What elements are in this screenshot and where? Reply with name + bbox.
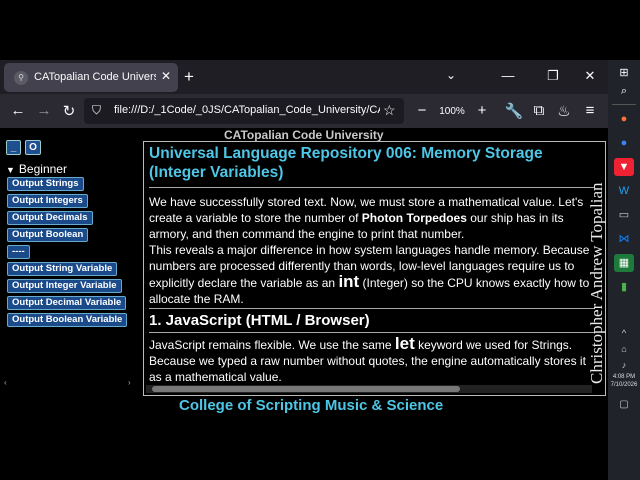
windows-start-icon[interactable]: ⊞ <box>614 64 634 82</box>
list-tabs-chevron-icon[interactable]: ⌄ <box>446 68 456 82</box>
tab-title: CATopalian Code University <box>34 71 156 83</box>
close-tab-icon[interactable]: ✕ <box>161 69 171 83</box>
firefox-dev-icon[interactable]: ● <box>614 134 634 152</box>
wrench-icon[interactable]: 🔧 <box>504 102 524 120</box>
author-name-vertical: Christopher Andrew Topalian <box>587 182 606 384</box>
back-arrow-icon[interactable]: ← <box>8 102 28 119</box>
clock-time[interactable]: 4:08 PM <box>608 374 640 380</box>
scroll-right-icon[interactable]: › <box>128 378 131 387</box>
sidebar-separator-button[interactable]: ---- <box>7 245 30 259</box>
zoom-in-icon[interactable]: + <box>472 102 492 119</box>
site-title: CATopalian Code University <box>224 128 384 142</box>
zoom-level[interactable]: 100% <box>436 104 468 119</box>
divider <box>149 187 595 188</box>
reload-icon[interactable]: ↻ <box>59 102 79 120</box>
browser-tab[interactable]: ⚲ CATopalian Code University ✕ <box>4 63 178 92</box>
web-page: CATopalian Code University _ O ▼ Beginner… <box>0 128 608 480</box>
paragraph-2: This reveals a major difference in how s… <box>149 243 590 306</box>
clock-date[interactable]: 7/10/2026 <box>608 382 640 388</box>
minimize-icon[interactable]: — <box>498 68 518 83</box>
flame-icon[interactable]: ♨ <box>554 102 574 120</box>
sidebar-item-output-boolean[interactable]: Output Boolean <box>7 228 89 242</box>
app-w-icon[interactable]: W <box>614 182 634 200</box>
restore-icon[interactable]: ❐ <box>543 68 563 84</box>
sidebar-item-output-string-variable[interactable]: Output String Variable <box>7 262 118 276</box>
tree-group-beginner[interactable]: ▼ Beginner <box>6 162 67 176</box>
forward-arrow-icon[interactable]: → <box>34 102 54 119</box>
lesson-heading: Universal Language Repository 006: Memor… <box>149 145 543 181</box>
vscode-icon[interactable]: ⋈ <box>614 230 634 248</box>
brave-icon[interactable]: ▼ <box>614 158 634 176</box>
sidebar-item-output-decimals[interactable]: Output Decimals <box>7 211 93 225</box>
spreadsheet-icon[interactable]: ▦ <box>614 254 634 272</box>
photon-torpedoes-text: Photon Torpedoes <box>361 211 467 225</box>
bookmark-star-icon[interactable]: ☆ <box>383 102 396 119</box>
shield-icon[interactable]: ⛉ <box>92 103 101 118</box>
notifications-icon[interactable]: ▢ <box>614 396 634 414</box>
college-footer: College of Scripting Music & Science <box>179 397 444 414</box>
zoom-out-icon[interactable]: − <box>412 102 432 119</box>
page-icon: ⚲ <box>14 71 28 85</box>
extensions-icon[interactable]: ⧉ <box>529 102 549 119</box>
sidebar-item-output-integers[interactable]: Output Integers <box>7 194 88 208</box>
url-text[interactable]: file:///D:/_1Code/_0JS/CATopalian_Code_U… <box>114 104 380 116</box>
scroll-left-icon[interactable]: ‹ <box>4 378 7 387</box>
divider <box>149 308 595 309</box>
sidebar-item-output-integer-variable[interactable]: Output Integer Variable <box>7 279 122 293</box>
file-icon[interactable]: ▮ <box>614 278 634 296</box>
sidebar-scrollbar[interactable]: ‹ › <box>0 378 136 390</box>
scrollbar-thumb[interactable] <box>152 386 460 392</box>
minimize-sidebar-button[interactable]: _ <box>6 140 21 155</box>
drive-icon[interactable]: ▭ <box>614 206 634 224</box>
horizontal-scrollbar[interactable] <box>146 385 592 393</box>
divider <box>149 332 595 333</box>
taskbar: ⊞ ⌕ ● ● ▼ W ▭ ⋈ ▦ ▮ ^ ⌂ ♪ 4:08 PM 7/10/2… <box>608 60 640 480</box>
firefox-icon[interactable]: ● <box>614 110 634 128</box>
sidebar-item-output-boolean-variable[interactable]: Output Boolean Variable <box>7 313 128 327</box>
paragraph-3: JavaScript remains flexible. We use the … <box>149 334 586 384</box>
volume-icon[interactable]: ♪ <box>614 356 634 374</box>
lesson-panel[interactable]: Universal Language Repository 006: Memor… <box>143 141 606 396</box>
section-title-javascript: 1. JavaScript (HTML / Browser) <box>149 312 370 329</box>
sidebar-item-output-decimal-variable[interactable]: Output Decimal Variable <box>7 296 127 310</box>
paragraph-1: We have successfully stored text. Now, w… <box>149 195 584 241</box>
expand-triangle-icon[interactable]: ▼ <box>6 165 15 175</box>
int-keyword: int <box>338 272 360 291</box>
navigation-toolbar: ← → ↻ ⛉ file:///D:/_1Code/_0JS/CATopalia… <box>0 94 608 128</box>
search-icon[interactable]: ⌕ <box>614 82 634 100</box>
new-tab-button[interactable]: + <box>184 67 194 87</box>
window-close-icon[interactable]: ✕ <box>580 68 600 84</box>
taskbar-separator <box>612 104 636 105</box>
menu-icon[interactable]: ≡ <box>580 102 600 119</box>
tree-group-label: Beginner <box>18 162 67 176</box>
sidebar-item-output-strings[interactable]: Output Strings <box>7 177 84 191</box>
tab-strip: ⚲ CATopalian Code University ✕ + ⌄ — ❐ ✕ <box>0 60 608 94</box>
url-bar[interactable]: ⛉ file:///D:/_1Code/_0JS/CATopalian_Code… <box>84 98 404 124</box>
let-keyword: let <box>394 334 415 353</box>
toggle-sidebar-button[interactable]: O <box>25 140 41 155</box>
